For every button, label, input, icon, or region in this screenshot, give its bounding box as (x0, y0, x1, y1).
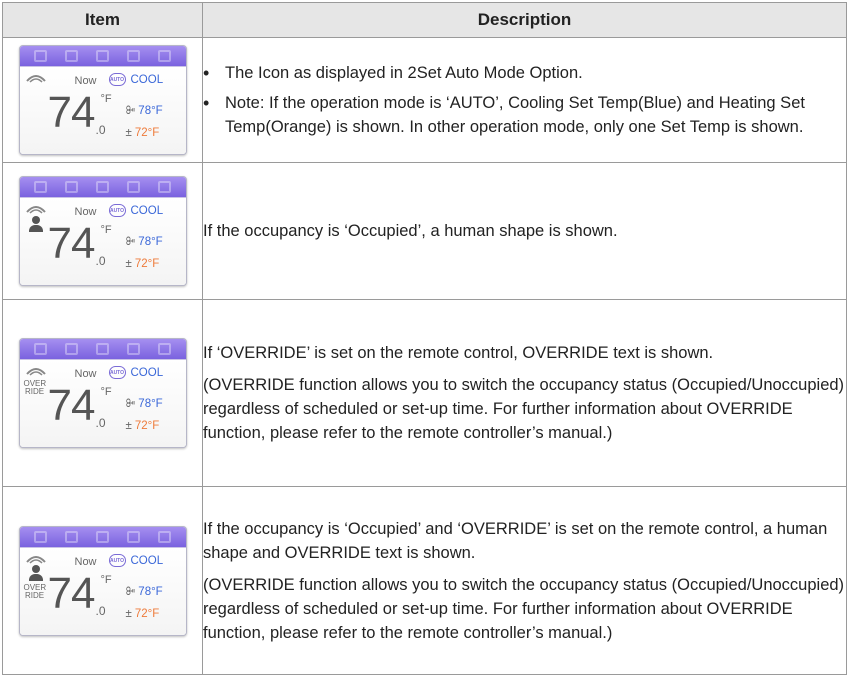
temp-decimal: .0 (95, 416, 106, 430)
auto-icon: AUTO (108, 73, 126, 86)
cool-setpoint: ꔻ 78°F (125, 398, 163, 410)
description-text: If the occupancy is ‘Occupied’, a human … (203, 222, 618, 240)
fan-icon (25, 75, 46, 83)
current-temp: 74 (47, 381, 96, 430)
cool-setpoint: ꔻ 78°F (125, 585, 163, 598)
temp-unit: °F (100, 224, 112, 236)
header-item: Item (2, 2, 203, 38)
thermostat-widget: Now AUTO COOL 74 °F .0 ꔻ 78°F ±72°F (18, 176, 187, 286)
auto-icon: AUTO (108, 366, 126, 379)
cool-setpoint: ꔻ 78°F (125, 236, 163, 248)
description-text: If ‘OVERRIDE’ is set on the remote contr… (203, 344, 714, 362)
description-note: (OVERRIDE function allows you to switch … (203, 575, 845, 642)
cool-setpoint: ꔻ 78°F (125, 105, 163, 117)
item-cell: OVER RIDE Now AUTO COOL 74 °F .0 ꔻ 78°F ±7… (2, 299, 203, 487)
current-temp: 74 (47, 88, 96, 137)
header-description: Description (202, 2, 847, 38)
temp-decimal: .0 (95, 603, 106, 618)
item-cell: Now AUTO COOL 74 °F .0 ꔻ 78°F ±72°F (2, 162, 203, 300)
person-icon (28, 564, 43, 581)
current-temp: 74 (47, 219, 96, 268)
table-row: OVER RIDE Now AUTO COOL 74 °F .0 ꔻ 78°F ±7… (2, 299, 847, 487)
auto-icon: AUTO (108, 204, 126, 217)
thermostat-widget: Now AUTO COOL 74 °F .0 ꔻ 78°F ±72°F (18, 45, 187, 155)
mode-label: COOL (130, 74, 164, 86)
bullet-item: The Icon as displayed in 2Set Auto Mode … (203, 61, 846, 85)
temp-decimal: .0 (95, 254, 106, 268)
current-temp: 74 (47, 568, 96, 618)
temp-decimal: .0 (95, 123, 106, 137)
override-text: OVER RIDE (23, 379, 47, 396)
description-cell: If ‘OVERRIDE’ is set on the remote contr… (202, 299, 847, 487)
thermostat-widget: OVER RIDE Now AUTO COOL 74 °F .0 ꔻ 78°F ±7… (18, 525, 187, 636)
description-text: If the occupancy is ‘Occupied’ and ‘OVER… (203, 519, 828, 562)
description-cell: If the occupancy is ‘Occupied’ and ‘OVER… (202, 486, 847, 675)
fan-icon (25, 368, 46, 376)
temp-unit: °F (100, 93, 112, 105)
description-cell: The Icon as displayed in 2Set Auto Mode … (202, 37, 847, 163)
widget-toolbar (19, 526, 186, 547)
now-label: Now (74, 555, 97, 568)
heat-setpoint: ±72°F (125, 258, 160, 270)
widget-toolbar (19, 177, 186, 197)
bullet-item: Note: If the operation mode is ‘AUTO’, C… (203, 91, 846, 139)
thermostat-widget: OVER RIDE Now AUTO COOL 74 °F .0 ꔻ 78°F ±7… (18, 338, 187, 448)
description-note: (OVERRIDE function allows you to switch … (203, 376, 845, 442)
override-text: OVER RIDE (23, 582, 47, 600)
mode-label: COOL (130, 367, 164, 379)
temp-unit: °F (100, 573, 112, 586)
auto-icon: AUTO (108, 553, 126, 567)
table-row: OVER RIDE Now AUTO COOL 74 °F .0 ꔻ 78°F ±7… (2, 486, 847, 675)
description-table: Item Description Now AUTO COOL 74 °F .0 (2, 2, 847, 675)
temp-unit: °F (100, 386, 112, 398)
item-cell: Now AUTO COOL 74 °F .0 ꔻ 78°F ±72°F (2, 37, 203, 163)
mode-label: COOL (130, 554, 164, 567)
now-label: Now (74, 75, 97, 87)
description-cell: If the occupancy is ‘Occupied’, a human … (202, 162, 847, 300)
widget-toolbar (19, 46, 186, 66)
fan-icon (25, 206, 46, 214)
table-row: Now AUTO COOL 74 °F .0 ꔻ 78°F ±72°F If th… (2, 162, 847, 300)
bullet-list: The Icon as displayed in 2Set Auto Mode … (203, 61, 846, 139)
now-label: Now (74, 206, 97, 218)
heat-setpoint: ±72°F (125, 420, 160, 432)
heat-setpoint: ±72°F (125, 607, 160, 620)
table-header-row: Item Description (2, 2, 847, 38)
item-cell: OVER RIDE Now AUTO COOL 74 °F .0 ꔻ 78°F ±7… (2, 486, 203, 675)
person-icon (28, 216, 43, 232)
table-row: Now AUTO COOL 74 °F .0 ꔻ78°F ±72°F The I… (2, 37, 847, 163)
widget-toolbar (19, 339, 186, 359)
now-label: Now (74, 368, 97, 380)
mode-label: COOL (130, 205, 164, 217)
heat-setpoint: ±72°F (125, 127, 160, 139)
